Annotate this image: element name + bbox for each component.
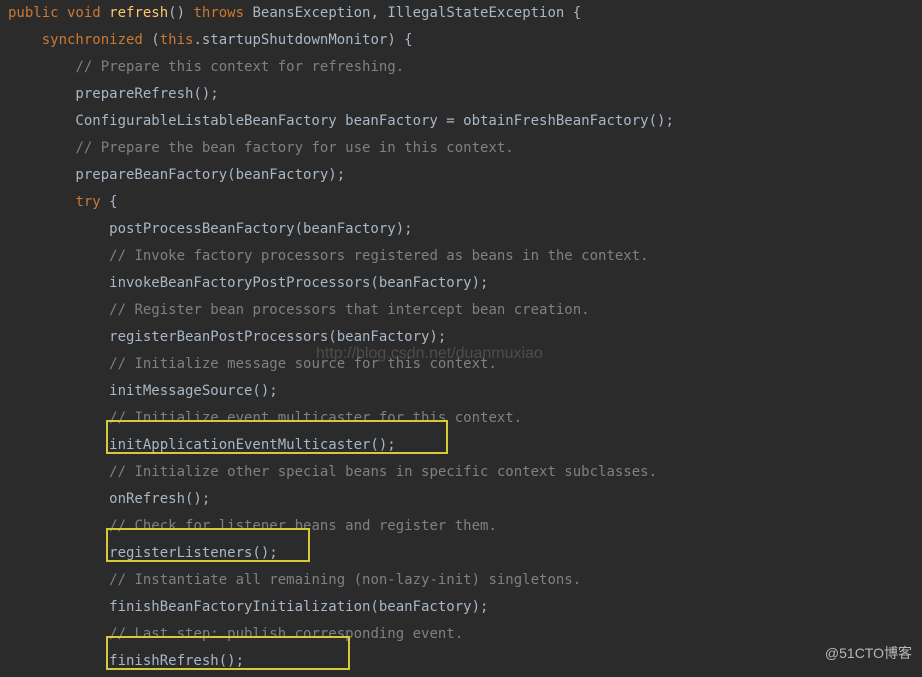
code-line: registerListeners(); [8, 540, 922, 567]
code-line: registerBeanPostProcessors(beanFactory); [8, 324, 922, 351]
keyword: synchronized [42, 32, 152, 48]
code-text [8, 32, 42, 48]
method-name: refresh [109, 5, 168, 21]
code-line: initMessageSource(); [8, 378, 922, 405]
code-text: ConfigurableListableBeanFactory beanFact… [8, 113, 674, 129]
comment: // Check for listener beans and register… [109, 518, 497, 534]
code-line: synchronized (this.startupShutdownMonito… [8, 27, 922, 54]
code-line: finishRefresh(); [8, 648, 922, 675]
code-line: onRefresh(); [8, 486, 922, 513]
code-text [8, 302, 109, 318]
credit-label: @51CTO博客 [825, 640, 912, 667]
code-text [8, 464, 109, 480]
comment: // Invoke factory processors registered … [109, 248, 648, 264]
comment: // Prepare this context for refreshing. [75, 59, 404, 75]
code-line: // Last step: publish corresponding even… [8, 621, 922, 648]
code-text: onRefresh(); [8, 491, 210, 507]
code-line: // Invoke factory processors registered … [8, 243, 922, 270]
code-text: postProcessBeanFactory(beanFactory); [8, 221, 413, 237]
code-text: prepareRefresh(); [8, 86, 219, 102]
code-line: // Prepare the bean factory for use in t… [8, 135, 922, 162]
code-line: // Initialize event multicaster for this… [8, 405, 922, 432]
comment: // Last step: publish corresponding even… [109, 626, 463, 642]
code-text: finishRefresh(); [8, 653, 244, 669]
code-line: // Register bean processors that interce… [8, 297, 922, 324]
code-text: finishBeanFactoryInitialization(beanFact… [8, 599, 488, 615]
code-line: // Prepare this context for refreshing. [8, 54, 922, 81]
code-line: postProcessBeanFactory(beanFactory); [8, 216, 922, 243]
code-text: initApplicationEventMulticaster(); [8, 437, 396, 453]
code-line: // Check for listener beans and register… [8, 513, 922, 540]
code-line: prepareBeanFactory(beanFactory); [8, 162, 922, 189]
code-line: public void refresh() throws BeansExcept… [8, 0, 922, 27]
keyword: public void [8, 5, 109, 21]
code-line: ConfigurableListableBeanFactory beanFact… [8, 108, 922, 135]
code-text [8, 626, 109, 642]
code-text: prepareBeanFactory(beanFactory); [8, 167, 345, 183]
keyword: this [160, 32, 194, 48]
code-text: registerListeners(); [8, 545, 278, 561]
keyword: throws [193, 5, 252, 21]
code-text: .startupShutdownMonitor) { [193, 32, 412, 48]
code-text [8, 572, 109, 588]
code-text [8, 248, 109, 264]
comment: // Initialize other special beans in spe… [109, 464, 657, 480]
code-text [8, 59, 75, 75]
code-text: invokeBeanFactoryPostProcessors(beanFact… [8, 275, 488, 291]
code-text: ( [151, 32, 159, 48]
comment: // Prepare the bean factory for use in t… [75, 140, 513, 156]
code-editor[interactable]: public void refresh() throws BeansExcept… [0, 0, 922, 675]
code-text [8, 518, 109, 534]
code-text: { [109, 194, 117, 210]
code-text [8, 140, 75, 156]
code-line: prepareRefresh(); [8, 81, 922, 108]
code-text [8, 356, 109, 372]
code-line: // Initialize message source for this co… [8, 351, 922, 378]
comment: // Initialize event multicaster for this… [109, 410, 522, 426]
code-line: // Instantiate all remaining (non-lazy-i… [8, 567, 922, 594]
code-text: () [168, 5, 193, 21]
code-text: BeansException, IllegalStateException { [252, 5, 581, 21]
code-text [8, 194, 75, 210]
comment: // Instantiate all remaining (non-lazy-i… [109, 572, 581, 588]
code-text: registerBeanPostProcessors(beanFactory); [8, 329, 446, 345]
code-line: try { [8, 189, 922, 216]
comment: // Initialize message source for this co… [109, 356, 497, 372]
code-line: initApplicationEventMulticaster(); [8, 432, 922, 459]
code-text [8, 410, 109, 426]
keyword: try [75, 194, 109, 210]
code-line: // Initialize other special beans in spe… [8, 459, 922, 486]
code-line: invokeBeanFactoryPostProcessors(beanFact… [8, 270, 922, 297]
code-line: finishBeanFactoryInitialization(beanFact… [8, 594, 922, 621]
code-text: initMessageSource(); [8, 383, 278, 399]
comment: // Register bean processors that interce… [109, 302, 589, 318]
